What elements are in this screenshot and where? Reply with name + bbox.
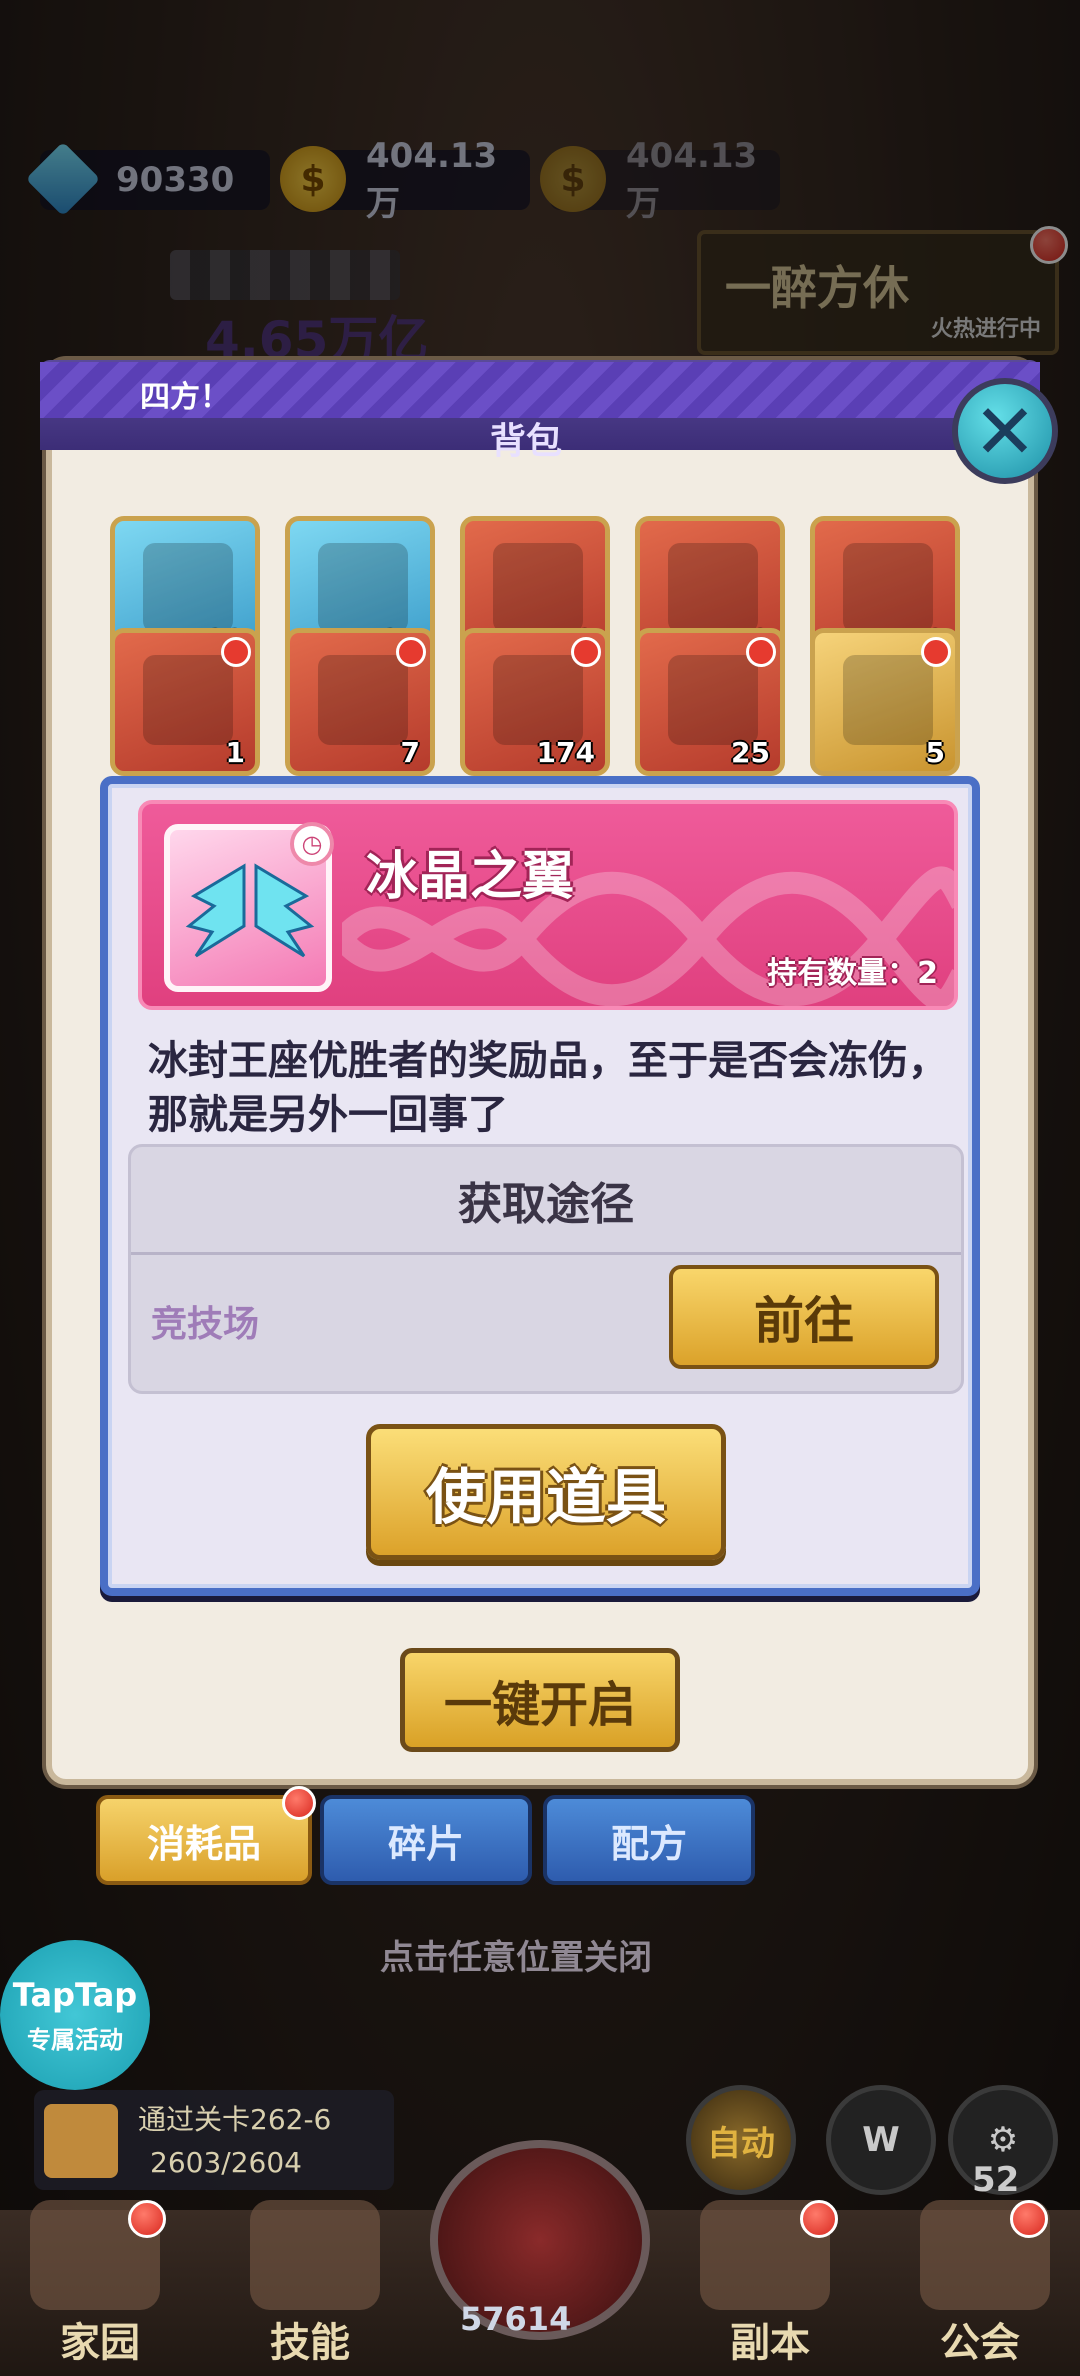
notification-dot: [396, 637, 426, 667]
ice-wing-icon: [254, 863, 315, 958]
ice-wing-icon: [185, 863, 246, 958]
taptap-label: TapTap: [12, 1975, 138, 2014]
acquire-source-box: 获取途径 竞技场 前往: [128, 1144, 964, 1394]
notification-dot: [282, 1786, 316, 1820]
notification-dot: [746, 637, 776, 667]
bag-slot[interactable]: 25: [635, 628, 785, 776]
nav-guild[interactable]: 公会: [940, 2310, 1020, 2368]
open-all-button[interactable]: 一键开启: [400, 1648, 680, 1752]
bag-slot[interactable]: 5: [810, 628, 960, 776]
taptap-sublabel: 专属活动: [27, 2025, 123, 2054]
mystery-puzzle-icon: [493, 655, 583, 745]
bread-icon: [44, 2104, 118, 2178]
item-frame: ◷: [164, 822, 334, 992]
gold-chest-icon: [843, 655, 933, 745]
use-item-button[interactable]: 使用道具: [366, 1424, 726, 1560]
gear-count: 52: [972, 2160, 1020, 2200]
go-button[interactable]: 前往: [669, 1265, 939, 1369]
holding-count: 持有数量：2: [767, 956, 938, 991]
w-button[interactable]: W: [826, 2085, 936, 2195]
notification-dot: [571, 637, 601, 667]
treasure-chest-icon: [843, 543, 933, 633]
nav-dungeon[interactable]: 副本: [730, 2310, 810, 2368]
clock-icon: ◷: [290, 822, 334, 866]
stage-title: 通过关卡262-6: [138, 2103, 332, 2136]
nav-home[interactable]: 家园: [60, 2310, 140, 2368]
tab-recipes[interactable]: 配方: [543, 1795, 755, 1885]
tab-consumables[interactable]: 消耗品: [96, 1795, 312, 1885]
close-hint: 点击任意位置关闭: [380, 1938, 652, 1978]
notification-dot: [800, 2200, 838, 2238]
bag-slot[interactable]: 1: [110, 628, 260, 776]
hero-silhouette-icon: [318, 655, 408, 745]
taptap-event-button[interactable]: TapTap 专属活动: [0, 1940, 150, 2090]
stage-progress[interactable]: 通过关卡262-6 2603/2604: [34, 2090, 394, 2190]
center-count: 57614: [460, 2300, 572, 2338]
source-arena: 竞技场: [151, 1304, 260, 1345]
nav-skill[interactable]: 技能: [270, 2310, 350, 2368]
skull-chest-icon: [668, 655, 758, 745]
notification-dot: [921, 637, 951, 667]
item-description: 冰封王座优胜者的奖励品，至于是否会冻伤，那就是另外一回事了: [148, 1038, 948, 1138]
notification-dot: [1010, 2200, 1048, 2238]
auto-button[interactable]: 自动: [686, 2085, 796, 2195]
pouch-icon: [143, 655, 233, 745]
chest-icon: [318, 543, 408, 633]
item-detail-dialog: ◷ 冰晶之翼 持有数量：2 冰封王座优胜者的奖励品，至于是否会冻伤，那就是另外一…: [100, 776, 980, 1596]
notification-dot: [128, 2200, 166, 2238]
bag-title: 背包: [490, 421, 563, 462]
scroll-icon: [493, 543, 583, 633]
close-button[interactable]: ✕: [952, 378, 1058, 484]
item-name: 冰晶之翼: [366, 847, 575, 907]
notification-dot: [221, 637, 251, 667]
bag-slot[interactable]: 174: [460, 628, 610, 776]
bag-slot[interactable]: 7: [285, 628, 435, 776]
tab-fragments[interactable]: 碎片: [320, 1795, 532, 1885]
acquire-title: 获取途径: [131, 1147, 961, 1255]
item-header: ◷ 冰晶之翼 持有数量：2: [138, 800, 958, 1010]
skill-icon[interactable]: [250, 2200, 380, 2310]
close-icon: ✕: [973, 386, 1037, 476]
puzzle-icon: [143, 543, 233, 633]
gear-icon: ⚙: [987, 2120, 1019, 2160]
treasure-chest-icon: [668, 543, 758, 633]
scrolling-marquee: 四方！: [40, 362, 1040, 418]
stage-count: 2603/2604: [150, 2146, 302, 2179]
